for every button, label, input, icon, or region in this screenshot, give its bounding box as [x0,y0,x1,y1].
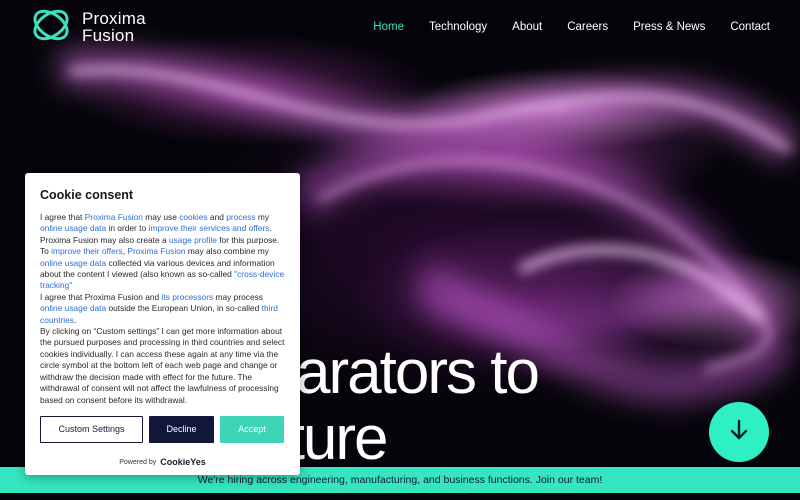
scroll-down-button[interactable] [709,402,769,462]
cookie-body: I agree that Proxima Fusion may use cook… [40,212,285,406]
nav-item-press-news[interactable]: Press & News [633,21,705,33]
nav-item-contact[interactable]: Contact [730,21,770,33]
powered-by: Powered by CookieYes [25,457,300,467]
cookie-button-row: Custom Settings Decline Accept [40,415,285,443]
site-header: Proxima Fusion Home Technology About Car… [0,0,800,54]
link-improve-offers[interactable]: improve their offers [51,246,123,256]
brand-logo[interactable]: Proxima Fusion [30,4,146,51]
cookie-title: Cookie consent [40,188,134,202]
cookie-paragraph-2: I agree that Proxima Fusion and its proc… [40,291,278,325]
powered-by-label: Powered by [119,458,157,466]
brand-name: Proxima Fusion [82,9,146,45]
cookieyes-logo[interactable]: CookieYes [160,457,206,467]
nav-item-careers[interactable]: Careers [567,21,608,33]
link-process[interactable]: process [226,212,255,222]
link-proxima-fusion-2[interactable]: Proxima Fusion [127,246,185,256]
cookie-paragraph-1: I agree that Proxima Fusion may use cook… [40,212,285,291]
nav-item-home[interactable]: Home [373,21,404,33]
nav-item-technology[interactable]: Technology [429,21,487,33]
link-usage-profile[interactable]: usage profile [169,235,217,245]
link-cookies[interactable]: cookies [179,212,207,222]
link-online-usage-data-3[interactable]: online usage data [40,303,106,313]
link-online-usage-data-2[interactable]: online usage data [40,258,106,268]
arrow-down-icon [729,419,749,446]
proxima-ring-logo-icon [30,4,72,51]
link-its-processors[interactable]: its processors [162,292,214,302]
link-online-usage-data[interactable]: online usage data [40,223,106,233]
link-improve-services[interactable]: improve their services and offers [149,223,270,233]
nav-item-about[interactable]: About [512,21,542,33]
accept-button[interactable]: Accept [220,415,284,443]
cookie-consent-dialog: Cookie consent I agree that Proxima Fusi… [25,173,300,475]
decline-button[interactable]: Decline [149,415,214,443]
custom-settings-button[interactable]: Custom Settings [40,415,143,443]
cookie-paragraph-3: By clicking on “Custom settings” I can g… [40,326,285,405]
main-nav: Home Technology About Careers Press & Ne… [373,21,770,33]
link-proxima-fusion[interactable]: Proxima Fusion [85,212,143,222]
